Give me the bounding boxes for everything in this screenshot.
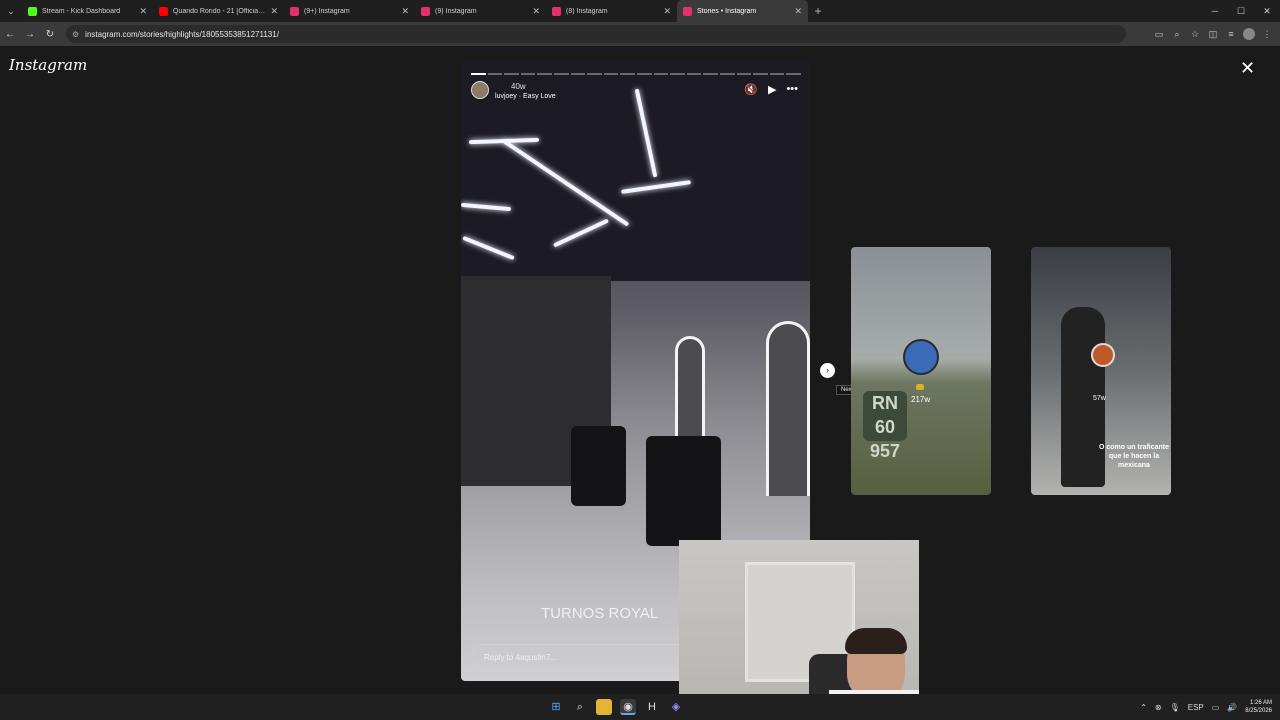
story-preview-1[interactable]: 217w RN 60 957 — [851, 247, 991, 495]
play-icon[interactable]: ▶ — [768, 83, 776, 96]
instagram-icon — [421, 6, 430, 16]
start-icon[interactable]: ⊞ — [548, 699, 564, 715]
instagram-icon — [290, 6, 299, 16]
story-watermark: TURNOS ROYAL — [541, 605, 659, 622]
address-bar[interactable]: ⚙ instagram.com/stories/highlights/18055… — [66, 25, 1126, 43]
story-avatar[interactable] — [471, 81, 489, 99]
close-tab-icon[interactable]: ✕ — [663, 6, 671, 17]
display-icon[interactable]: ▭ — [1212, 703, 1220, 712]
close-icon[interactable]: ✕ — [1240, 58, 1255, 79]
tab-title: (9+) Instagram — [304, 7, 350, 15]
new-tab-button[interactable]: + — [808, 4, 828, 18]
chrome-icon[interactable]: ◉ — [620, 699, 636, 715]
story-controls: 🔇 ▶ ••• — [744, 83, 798, 96]
mute-icon[interactable]: 🔇 — [744, 83, 758, 96]
bookmark-star-icon[interactable]: ☆ — [1186, 29, 1204, 40]
preview-time: 57w — [1093, 395, 1106, 402]
preview-avatar — [1091, 343, 1115, 367]
language-indicator[interactable]: ESP — [1188, 703, 1204, 712]
tab-instagram-3[interactable]: (8) Instagram ✕ — [546, 0, 677, 22]
preview-caption: O como un traficante que le hacen la mex… — [1099, 444, 1170, 469]
streamer-hair — [845, 628, 907, 654]
close-tab-icon[interactable]: ✕ — [401, 6, 409, 17]
close-tab-icon[interactable]: ✕ — [139, 6, 147, 17]
preview-badge-icon — [916, 384, 924, 390]
maximize-icon[interactable]: ☐ — [1228, 0, 1254, 22]
reply-input[interactable]: Reply to 4agustin7... — [471, 644, 701, 670]
webcam-overlay — [679, 540, 919, 720]
clock-date: 8/25/2026 — [1245, 708, 1272, 714]
clock[interactable]: 1:26 AM 8/25/2026 — [1245, 699, 1272, 715]
discord-icon[interactable]: ◈ — [668, 699, 684, 715]
window-controls: ─ ☐ ✕ — [1202, 0, 1280, 22]
story-music[interactable]: luvjoey · Easy Love — [495, 93, 556, 100]
cast-icon[interactable]: ▭ — [1150, 29, 1168, 40]
story-progress — [471, 73, 801, 75]
forward-icon[interactable]: → — [20, 29, 40, 40]
tab-youtube[interactable]: Quando Rondo - 21 [Official Au ✕ — [153, 0, 284, 22]
zoom-icon[interactable]: ⌕ — [1168, 29, 1186, 40]
search-icon[interactable]: ⌕ — [572, 699, 588, 715]
reload-icon[interactable]: ↻ — [40, 29, 60, 40]
instagram-stories-page: Instagram ✕ 40w luvjoey · Easy Love 🔇 ▶ … — [0, 46, 1280, 694]
windows-taskbar: ⊞ ⌕ ◉ H ◈ ⌃ ⊗ 🎙 ESP ▭ 🔊 1:26 AM 8/25/202… — [0, 694, 1280, 720]
barber-chair — [571, 426, 626, 506]
kick-icon — [28, 6, 37, 16]
tab-title: (9) Instagram — [435, 7, 477, 15]
next-story-button[interactable]: › — [820, 363, 835, 378]
profile-avatar[interactable] — [1243, 28, 1255, 40]
tab-title: Stories • Instagram — [697, 7, 757, 15]
tab-stories[interactable]: Stories • Instagram ✕ — [677, 0, 808, 22]
tab-instagram-2[interactable]: (9) Instagram ✕ — [415, 0, 546, 22]
menu-icon[interactable]: ⋮ — [1258, 29, 1276, 40]
tab-instagram-1[interactable]: (9+) Instagram ✕ — [284, 0, 415, 22]
close-tab-icon[interactable]: ✕ — [794, 6, 802, 17]
minimize-icon[interactable]: ─ — [1202, 0, 1228, 22]
toolbar-actions: ▭ ⌕ ☆ ◫ ≡ ⋮ — [1150, 22, 1276, 46]
mirror-arch — [766, 321, 810, 496]
story-preview-2[interactable]: 57w O como un traficante que le hacen la… — [1031, 247, 1171, 495]
network-error-icon[interactable]: ⊗ — [1155, 703, 1162, 712]
tab-strip: ⌄ Stream - Kick Dashboard ✕ Quando Rondo… — [0, 0, 1280, 22]
close-tab-icon[interactable]: ✕ — [270, 6, 278, 17]
file-explorer-icon[interactable] — [596, 699, 612, 715]
tab-search-button[interactable]: ⌄ — [0, 0, 22, 22]
system-tray: ⌃ ⊗ 🎙 ESP ▭ 🔊 1:26 AM 8/25/2026 — [1140, 694, 1272, 720]
story-time: 40w — [511, 82, 526, 91]
clock-time: 1:26 AM — [1249, 700, 1272, 706]
microphone-icon[interactable]: 🎙 — [1170, 703, 1180, 712]
preview-time: 217w — [911, 395, 931, 404]
volume-icon[interactable]: 🔊 — [1227, 703, 1237, 712]
youtube-icon — [159, 6, 168, 16]
chevron-up-icon[interactable]: ⌃ — [1140, 703, 1147, 712]
hammer-app-icon[interactable]: H — [644, 699, 660, 715]
instagram-logo[interactable]: Instagram — [9, 56, 87, 74]
url-text: instagram.com/stories/highlights/1805535… — [85, 29, 279, 39]
road-sign: RN 60 957 — [863, 391, 907, 461]
more-options-icon[interactable]: ••• — [786, 83, 798, 96]
preview-avatar — [903, 339, 939, 375]
extensions-icon[interactable]: ◫ — [1204, 29, 1222, 40]
instagram-icon — [683, 6, 692, 16]
instagram-icon — [552, 6, 561, 16]
close-tab-icon[interactable]: ✕ — [532, 6, 540, 17]
back-icon[interactable]: ← — [0, 29, 20, 40]
tab-title: Stream - Kick Dashboard — [42, 7, 121, 15]
tab-kick[interactable]: Stream - Kick Dashboard ✕ — [22, 0, 153, 22]
tab-groups-icon[interactable]: ≡ — [1222, 29, 1240, 39]
toolbar: ← → ↻ ⚙ instagram.com/stories/highlights… — [0, 22, 1280, 46]
barber-chair — [646, 436, 721, 546]
close-window-icon[interactable]: ✕ — [1254, 0, 1280, 22]
tab-title: (8) Instagram — [566, 7, 608, 15]
site-info-icon[interactable]: ⚙ — [72, 30, 79, 39]
tab-title: Quando Rondo - 21 [Official Au — [173, 7, 267, 15]
